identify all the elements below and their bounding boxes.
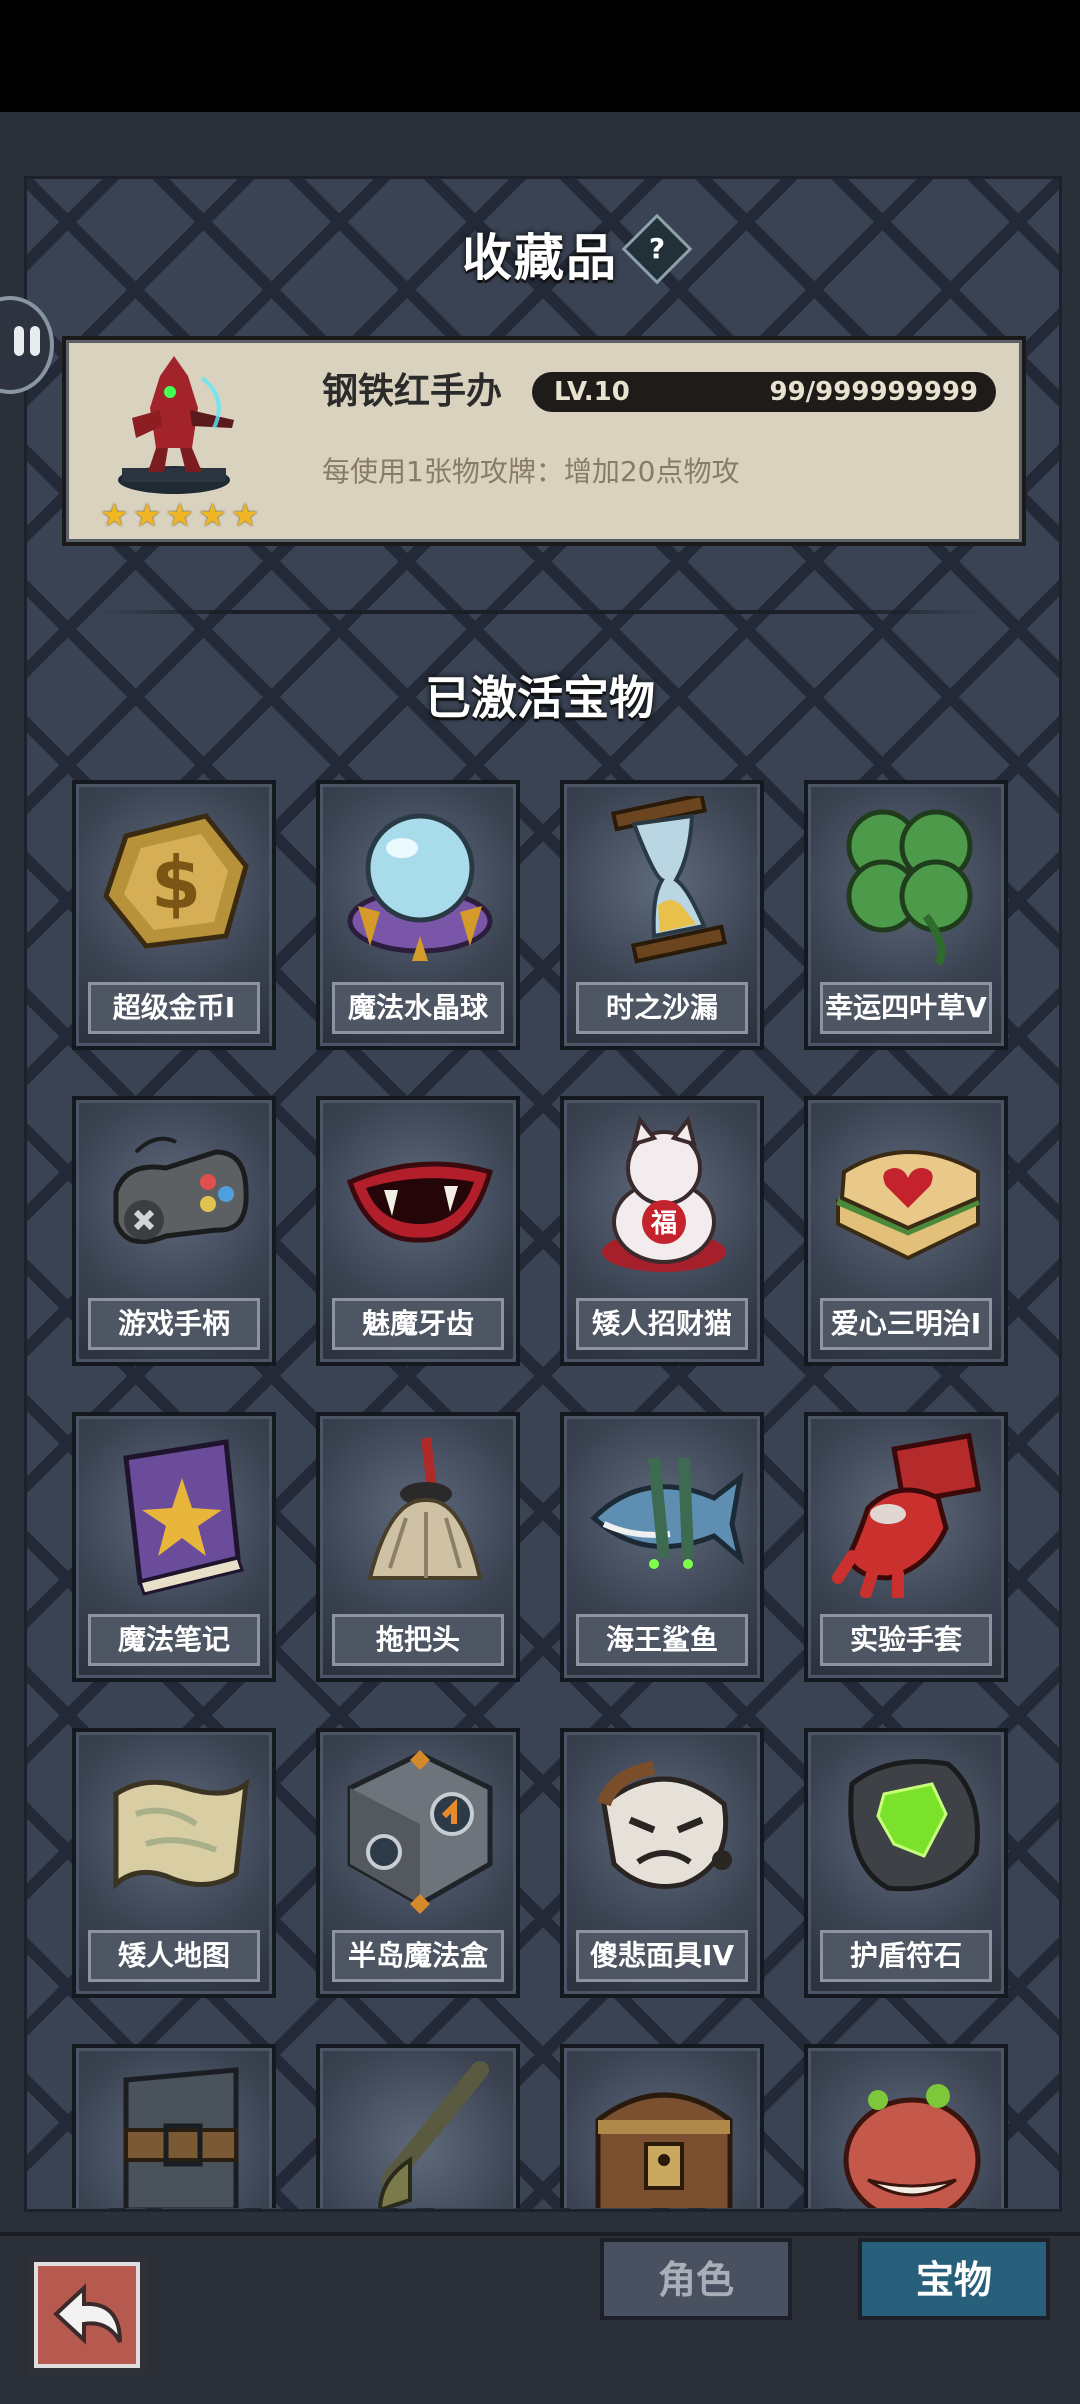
treasure-label: 傻悲面具IV [576, 1930, 748, 1982]
treasure-slot[interactable]: 游戏手柄 [72, 1096, 276, 1366]
club-icon [378, 2061, 489, 2208]
treasure-label: 半岛魔法盒 [332, 1930, 504, 1982]
treasure-label: 护盾符石 [820, 1930, 992, 1982]
svg-text:福: 福 [650, 1209, 677, 1239]
treasure-slot[interactable]: 时之沙漏 [560, 780, 764, 1050]
treasure-slot[interactable]: 矮人地图 [72, 1728, 276, 1998]
tab-role[interactable]: 角色 [600, 2238, 792, 2320]
gamepad-icon [113, 1136, 249, 1245]
fangs-icon [346, 1161, 494, 1243]
section-title: 已激活宝物 [425, 671, 655, 725]
page-title: 收藏品 [462, 229, 618, 287]
question-mark-icon: ? [648, 232, 666, 265]
treasure-label: 实验手套 [820, 1614, 992, 1666]
back-button[interactable] [28, 2256, 146, 2374]
treasure-chest-icon [595, 2092, 733, 2208]
featured-collectible-card[interactable]: ★ ★ ★ ★ ★ 钢铁红手办 LV.10 99/999999999 每使用1张… [62, 336, 1026, 546]
treasure-slot[interactable]: 福 矮人招财猫 [560, 1096, 764, 1366]
treasure-label: 海王鲨鱼 [576, 1614, 748, 1666]
level-bar: LV.10 99/999999999 [532, 372, 996, 412]
treasure-slot[interactable]: 魔法水晶球 [316, 780, 520, 1050]
treasure-slot[interactable]: 魔法笔记 [72, 1412, 276, 1682]
treasure-grid[interactable]: $ 超级金币I 魔法水晶球 时之沙漏 幸运四叶草V 游戏手柄 魅魔牙齿 福 矮人… [0, 770, 1080, 2208]
treasure-slot[interactable]: 实验手套 [804, 1412, 1008, 1682]
treasure-slot[interactable]: 海王鲨鱼 [560, 1412, 764, 1682]
red-glove-icon [832, 1432, 982, 1598]
heart-sandwich-icon [836, 1150, 980, 1261]
mop-head-icon [367, 1437, 483, 1580]
treasure-slot[interactable] [316, 2044, 520, 2208]
treasure-slot[interactable]: 拖把头 [316, 1412, 520, 1682]
star-icon: ★ [198, 496, 227, 534]
gold-coin-icon: $ [103, 813, 249, 949]
treasure-slot[interactable] [72, 2044, 276, 2208]
treasure-label: 爱心三明治I [820, 1298, 992, 1350]
treasure-slot[interactable] [560, 2044, 764, 2208]
armor-belt-icon [123, 2067, 239, 2208]
treasure-slot[interactable]: 护盾符石 [804, 1728, 1008, 1998]
handle-bar-icon [14, 326, 24, 356]
treasure-label: 矮人地图 [88, 1930, 260, 1982]
collectible-description: 每使用1张物攻牌：增加20点物攻 [322, 455, 740, 488]
treasure-slot[interactable]: 爱心三明治I [804, 1096, 1008, 1366]
treasure-label: 时之沙漏 [576, 982, 748, 1034]
lucky-cat-icon: 福 [602, 1115, 726, 1272]
map-scroll-icon [113, 1778, 250, 1890]
star-icon: ★ [132, 496, 162, 534]
progress-count: 99/999999999 [769, 377, 979, 407]
star-icon: ★ [230, 496, 260, 534]
treasure-label: 魔法水晶球 [332, 982, 504, 1034]
treasure-slot[interactable]: 幸运四叶草V [804, 780, 1008, 1050]
rarity-stars: ★ ★ ★ ★ ★ [100, 496, 260, 534]
four-leaf-clover-icon [846, 809, 973, 966]
treasure-slot[interactable] [804, 2044, 1008, 2208]
magic-cube-icon [347, 1750, 493, 1914]
treasure-slot[interactable]: 半岛魔法盒 [316, 1728, 520, 1998]
treasure-label: 拖把头 [332, 1614, 504, 1666]
treasure-slot[interactable]: 傻悲面具IV [560, 1728, 764, 1998]
red-robot-figure-icon [118, 356, 234, 494]
star-icon: ★ [165, 496, 195, 534]
crystal-ball-icon [347, 813, 493, 961]
hourglass-icon [610, 796, 728, 964]
treasure-label: 魔法笔记 [88, 1614, 260, 1666]
treasure-slot[interactable]: 魅魔牙齿 [316, 1096, 520, 1366]
rune-stone-icon [848, 1759, 980, 1892]
treasure-label: 魅魔牙齿 [332, 1298, 504, 1350]
collectible-name: 钢铁红手办 [322, 371, 503, 412]
treasure-label: 游戏手柄 [88, 1298, 260, 1350]
level-text: LV.10 [554, 377, 630, 407]
treasure-label: 超级金币I [88, 982, 260, 1034]
svg-text:$: $ [151, 841, 201, 925]
handle-bar-icon [30, 326, 40, 356]
back-arrow-icon [53, 2283, 122, 2345]
treasure-slot[interactable]: $ 超级金币I [72, 780, 276, 1050]
tab-treasure[interactable]: 宝物 [858, 2238, 1050, 2320]
treasure-label: 矮人招财猫 [576, 1298, 748, 1350]
section-divider [100, 610, 980, 614]
sad-mask-icon [597, 1761, 732, 1889]
spellbook-icon [123, 1439, 244, 1596]
star-icon: ★ [100, 496, 129, 534]
shark-icon [590, 1457, 744, 1569]
mushroom-monster-icon [843, 2084, 981, 2208]
treasure-label: 幸运四叶草V [820, 982, 992, 1034]
